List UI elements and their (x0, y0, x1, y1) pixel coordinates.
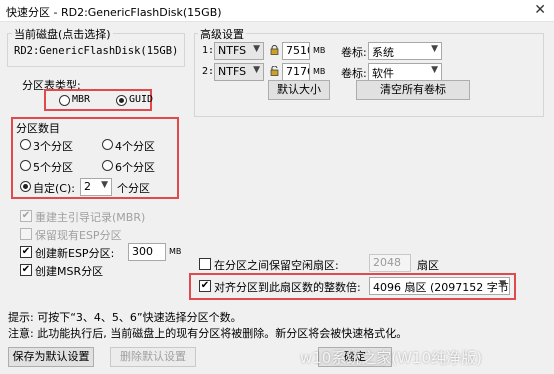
mbr-radio-label: MBR (72, 94, 91, 105)
esp-size-input[interactable]: 300 (128, 243, 166, 261)
chevron-down-icon: ▼ (499, 279, 506, 289)
row-2-volume-label-select[interactable]: 软件 ▼ (368, 63, 442, 81)
row-1-volume-label-value: 系统 (372, 46, 394, 59)
custom-partitions-label: 自定(C): (33, 182, 75, 195)
partition-count-legend: 分区数目 (16, 122, 60, 135)
row-1-size-unit: MB (313, 46, 326, 55)
keep-esp-checkbox[interactable] (20, 228, 32, 240)
row-1-index: 1: (202, 45, 215, 56)
align-checkbox[interactable]: ✔ (199, 280, 211, 292)
row-1-size-input[interactable]: 7510 (282, 42, 310, 60)
radio-5-partitions[interactable] (20, 160, 31, 171)
row-1-label-caption: 卷标: (341, 46, 367, 59)
custom-partitions-suffix: 个分区 (117, 182, 150, 195)
mbr-radio[interactable] (59, 95, 70, 106)
create-esp-label: 创建新ESP分区: (35, 247, 115, 260)
create-msr-checkbox[interactable]: ✔ (20, 264, 32, 276)
window-title: 快速分区 - RD2:GenericFlashDisk(15GB) (6, 6, 222, 19)
chevron-down-icon: ▼ (101, 180, 108, 190)
custom-partition-count-value: 2 (84, 180, 91, 193)
title-bar: 快速分区 - RD2:GenericFlashDisk(15GB) ✕ (0, 0, 554, 22)
watermark-text: w10系统之家(W10纯净版) (300, 349, 482, 367)
align-sectors-select[interactable]: 4096 扇区 (2097152 字节) ▼ (369, 277, 510, 295)
create-esp-checkbox[interactable]: ✔ (20, 246, 32, 258)
rebuild-mbr-label: 重建主引导记录(MBR) (35, 211, 146, 224)
chevron-down-icon: ▼ (431, 65, 438, 75)
delete-default-button[interactable]: 删除默认设置 (110, 347, 196, 367)
row-2-filesystem-select[interactable]: NTFS ▼ (214, 63, 264, 81)
radio-6-partitions[interactable] (102, 160, 113, 171)
warning-text: 注意: 此功能执行后, 当前磁盘上的现有分区将被删除。新分区将会被快速格式化。 (8, 327, 408, 340)
radio-6-partitions-label: 6个分区 (115, 161, 155, 174)
radio-4-partitions[interactable] (102, 139, 113, 150)
radio-3-partitions-label: 3个分区 (33, 140, 73, 153)
save-default-button[interactable]: 保存为默认设置 (8, 347, 94, 367)
radio-5-partitions-label: 5个分区 (33, 161, 73, 174)
guid-radio[interactable] (116, 95, 127, 106)
row-1-volume-label-select[interactable]: 系统 ▼ (368, 42, 442, 60)
keep-esp-label: 保留现有ESP分区 (35, 229, 122, 242)
unlock-icon[interactable] (270, 66, 279, 76)
clear-labels-button[interactable]: 清空所有卷标 (356, 80, 470, 100)
reserve-space-checkbox[interactable] (199, 258, 211, 270)
row-2-volume-label-value: 软件 (372, 67, 394, 80)
reserve-space-unit: 扇区 (417, 259, 439, 272)
custom-partition-count-select[interactable]: 2 ▼ (80, 178, 112, 196)
chevron-down-icon: ▼ (253, 65, 260, 75)
align-sectors-value: 4096 扇区 (2097152 字节) (373, 281, 510, 294)
advanced-settings-legend: 高级设置 (198, 26, 246, 42)
radio-4-partitions-label: 4个分区 (115, 140, 155, 153)
lock-icon[interactable] (270, 45, 279, 55)
tip-text: 提示: 可按下“3、4、5、6”快速选择分区个数。 (8, 311, 242, 324)
chevron-down-icon: ▼ (253, 44, 260, 54)
current-disk-legend: 当前磁盘(点击选择) (12, 26, 113, 42)
default-size-button[interactable]: 默认大小 (268, 80, 330, 100)
row-1-filesystem-value: NTFS (218, 44, 247, 57)
row-1-filesystem-select[interactable]: NTFS ▼ (214, 42, 264, 60)
guid-radio-label: GUID (129, 94, 154, 105)
radio-3-partitions[interactable] (20, 139, 31, 150)
row-2-filesystem-value: NTFS (218, 65, 247, 78)
row-2-size-input[interactable]: 7176 (282, 63, 310, 81)
row-2-index: 2: (202, 66, 215, 77)
row-2-label-caption: 卷标: (341, 67, 367, 80)
row-2-size-unit: MB (313, 67, 326, 76)
reserve-space-input[interactable]: 2048 (369, 254, 411, 272)
chevron-down-icon: ▼ (431, 44, 438, 54)
esp-size-unit: MB (169, 247, 182, 256)
radio-custom-partitions[interactable] (20, 181, 31, 192)
align-label: 对齐分区到此扇区数的整数倍: (214, 281, 361, 294)
close-icon[interactable]: ✕ (534, 2, 546, 18)
current-disk-selector[interactable]: RD2:GenericFlashDisk(15GB) (14, 45, 178, 57)
reserve-space-label: 在分区之间保留空闲扇区: (214, 259, 339, 272)
create-msr-label: 创建MSR分区 (35, 265, 104, 278)
rebuild-mbr-checkbox[interactable]: ✔ (20, 210, 32, 222)
